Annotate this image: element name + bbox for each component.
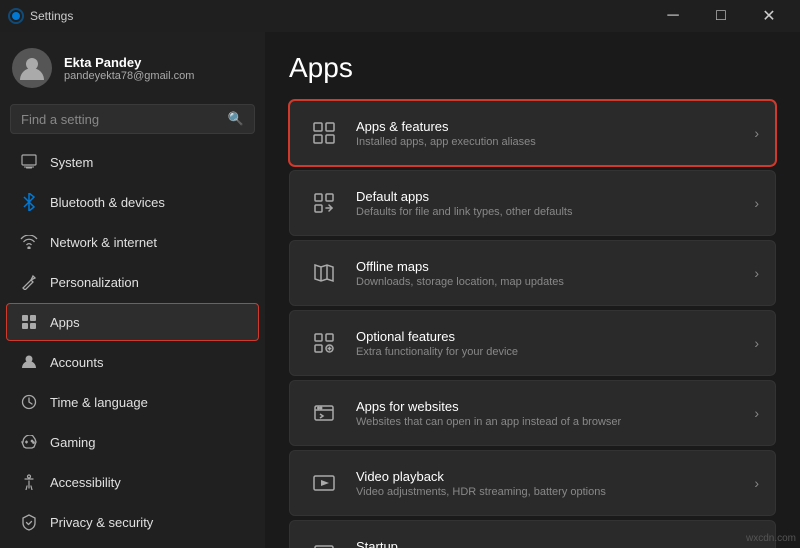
system-icon [20,153,38,171]
apps-websites-chevron: › [754,405,759,421]
apps-icon [20,313,38,331]
apps-websites-icon [306,395,342,431]
privacy-icon [20,513,38,531]
user-info: Ekta Pandey pandeyekta78@gmail.com [64,55,194,82]
search-box[interactable]: 🔍 [10,104,255,134]
optional-features-icon [306,325,342,361]
startup-title: Startup [356,539,754,548]
maximize-button[interactable]: □ [698,0,744,32]
nav-gaming-label: Gaming [50,435,96,450]
time-icon [20,393,38,411]
bluetooth-icon [20,193,38,211]
page-title: Apps [289,52,776,84]
user-name: Ekta Pandey [64,55,194,70]
apps-websites-text: Apps for websites Websites that can open… [356,399,754,428]
user-email: pandeyekta78@gmail.com [64,70,194,82]
optional-features-chevron: › [754,335,759,351]
default-apps-text: Default apps Defaults for file and link … [356,189,754,218]
apps-features-icon [306,115,342,151]
sidebar: Ekta Pandey pandeyekta78@gmail.com 🔍 Sys… [0,32,265,548]
offline-maps-text: Offline maps Downloads, storage location… [356,259,754,288]
apps-features-title: Apps & features [356,119,754,134]
avatar [12,48,52,88]
title-bar-controls: ─ □ ✕ [650,0,792,32]
apps-websites-title: Apps for websites [356,399,754,414]
nav-personalization-label: Personalization [50,275,139,290]
nav-windows-update[interactable]: Windows Update [6,543,259,548]
apps-features-chevron: › [754,125,759,141]
default-apps-icon [306,185,342,221]
default-apps-title: Default apps [356,189,754,204]
nav-apps[interactable]: Apps [6,303,259,341]
title-bar-left: Settings [8,8,73,24]
nav-privacy-label: Privacy & security [50,515,153,530]
user-profile[interactable]: Ekta Pandey pandeyekta78@gmail.com [0,32,265,100]
watermark: wxcdn.com [746,533,796,544]
optional-features-item[interactable]: Optional features Extra functionality fo… [289,310,776,376]
video-playback-text: Video playback Video adjustments, HDR st… [356,469,754,498]
minimize-button[interactable]: ─ [650,0,696,32]
video-playback-desc: Video adjustments, HDR streaming, batter… [356,486,754,498]
apps-features-item[interactable]: Apps & features Installed apps, app exec… [289,100,776,166]
startup-icon [306,535,342,548]
video-playback-icon [306,465,342,501]
accessibility-icon [20,473,38,491]
settings-window-icon [8,8,24,24]
optional-features-text: Optional features Extra functionality fo… [356,329,754,358]
offline-maps-item[interactable]: Offline maps Downloads, storage location… [289,240,776,306]
default-apps-item[interactable]: Default apps Defaults for file and link … [289,170,776,236]
default-apps-chevron: › [754,195,759,211]
gaming-icon [20,433,38,451]
nav-time-label: Time & language [50,395,148,410]
nav-accounts-label: Accounts [50,355,103,370]
personalization-icon [20,273,38,291]
apps-websites-item[interactable]: Apps for websites Websites that can open… [289,380,776,446]
main-container: Ekta Pandey pandeyekta78@gmail.com 🔍 Sys… [0,32,800,548]
optional-features-title: Optional features [356,329,754,344]
offline-maps-desc: Downloads, storage location, map updates [356,276,754,288]
offline-maps-title: Offline maps [356,259,754,274]
nav-personalization[interactable]: Personalization [6,263,259,301]
title-bar: Settings ─ □ ✕ [0,0,800,32]
nav-time[interactable]: Time & language [6,383,259,421]
nav-gaming[interactable]: Gaming [6,423,259,461]
nav-accounts[interactable]: Accounts [6,343,259,381]
video-playback-item[interactable]: Video playback Video adjustments, HDR st… [289,450,776,516]
offline-maps-chevron: › [754,265,759,281]
content-area: Apps Apps & features Installed apps, app… [265,32,800,548]
nav-bluetooth[interactable]: Bluetooth & devices [6,183,259,221]
nav-privacy[interactable]: Privacy & security [6,503,259,541]
title-bar-title: Settings [30,9,73,23]
video-playback-chevron: › [754,475,759,491]
startup-text: Startup Apps that start automatically wh… [356,539,754,548]
search-input[interactable] [21,112,220,127]
apps-features-text: Apps & features Installed apps, app exec… [356,119,754,148]
network-icon [20,233,38,251]
offline-maps-icon [306,255,342,291]
nav-system[interactable]: System [6,143,259,181]
nav-bluetooth-label: Bluetooth & devices [50,195,165,210]
nav-accessibility-label: Accessibility [50,475,121,490]
video-playback-title: Video playback [356,469,754,484]
apps-features-desc: Installed apps, app execution aliases [356,136,754,148]
apps-websites-desc: Websites that can open in an app instead… [356,416,754,428]
nav-network-label: Network & internet [50,235,157,250]
nav-network[interactable]: Network & internet [6,223,259,261]
nav-system-label: System [50,155,93,170]
nav-apps-label: Apps [50,315,80,330]
startup-item[interactable]: Startup Apps that start automatically wh… [289,520,776,548]
close-button[interactable]: ✕ [746,0,792,32]
default-apps-desc: Defaults for file and link types, other … [356,206,754,218]
optional-features-desc: Extra functionality for your device [356,346,754,358]
nav-accessibility[interactable]: Accessibility [6,463,259,501]
search-icon: 🔍 [228,111,244,127]
accounts-icon [20,353,38,371]
